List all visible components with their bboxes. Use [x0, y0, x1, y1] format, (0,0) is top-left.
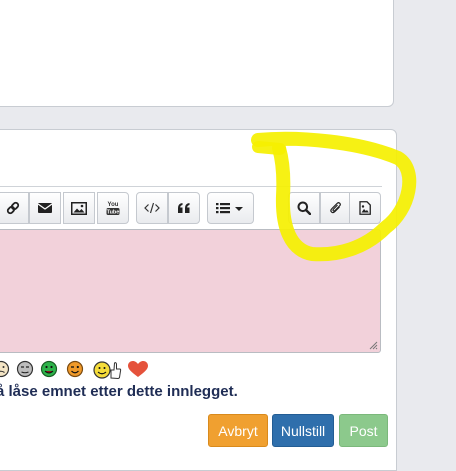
image-icon — [71, 201, 87, 215]
message-textarea[interactable] — [0, 229, 381, 353]
code-button[interactable] — [136, 192, 168, 224]
youtube-icon: You Tube — [106, 202, 120, 216]
quote-button[interactable] — [168, 192, 200, 224]
list-dropdown-button[interactable] — [207, 192, 254, 224]
quote-icon — [178, 203, 190, 213]
code-icon — [144, 202, 160, 214]
image-file-icon — [359, 201, 371, 215]
email-button[interactable] — [29, 192, 61, 224]
wink-smiley[interactable] — [66, 360, 84, 378]
lock-topic-label: å låse emnet etter dette innlegget. — [0, 383, 238, 400]
svg-text:Tube: Tube — [107, 210, 120, 216]
search-button[interactable] — [288, 192, 320, 224]
search-icon — [297, 201, 311, 215]
frown-smiley[interactable] — [0, 360, 10, 378]
thumbs-up-smiley[interactable] — [92, 358, 122, 380]
unamused-smiley[interactable] — [16, 360, 34, 378]
svg-text:You: You — [108, 202, 119, 208]
list-dropdown-icon — [215, 203, 243, 214]
resize-handle-icon[interactable] — [369, 341, 378, 350]
image-button[interactable] — [63, 192, 95, 224]
link-button[interactable] — [0, 192, 29, 224]
reset-button[interactable]: Nullstill — [272, 414, 334, 447]
toolbar-divider — [0, 186, 382, 187]
link-icon — [6, 201, 20, 215]
insert-image-file-button[interactable] — [349, 192, 381, 224]
cancel-button[interactable]: Avbryt — [208, 414, 268, 447]
youtube-button[interactable]: You Tube — [97, 192, 129, 224]
green-smiley[interactable] — [40, 360, 58, 378]
heart[interactable] — [128, 361, 148, 378]
envelope-icon — [38, 203, 52, 213]
post-button[interactable]: Post — [339, 414, 388, 447]
previous-post-panel — [0, 0, 394, 107]
paperclip-icon — [330, 202, 341, 214]
attachment-button[interactable] — [320, 192, 352, 224]
